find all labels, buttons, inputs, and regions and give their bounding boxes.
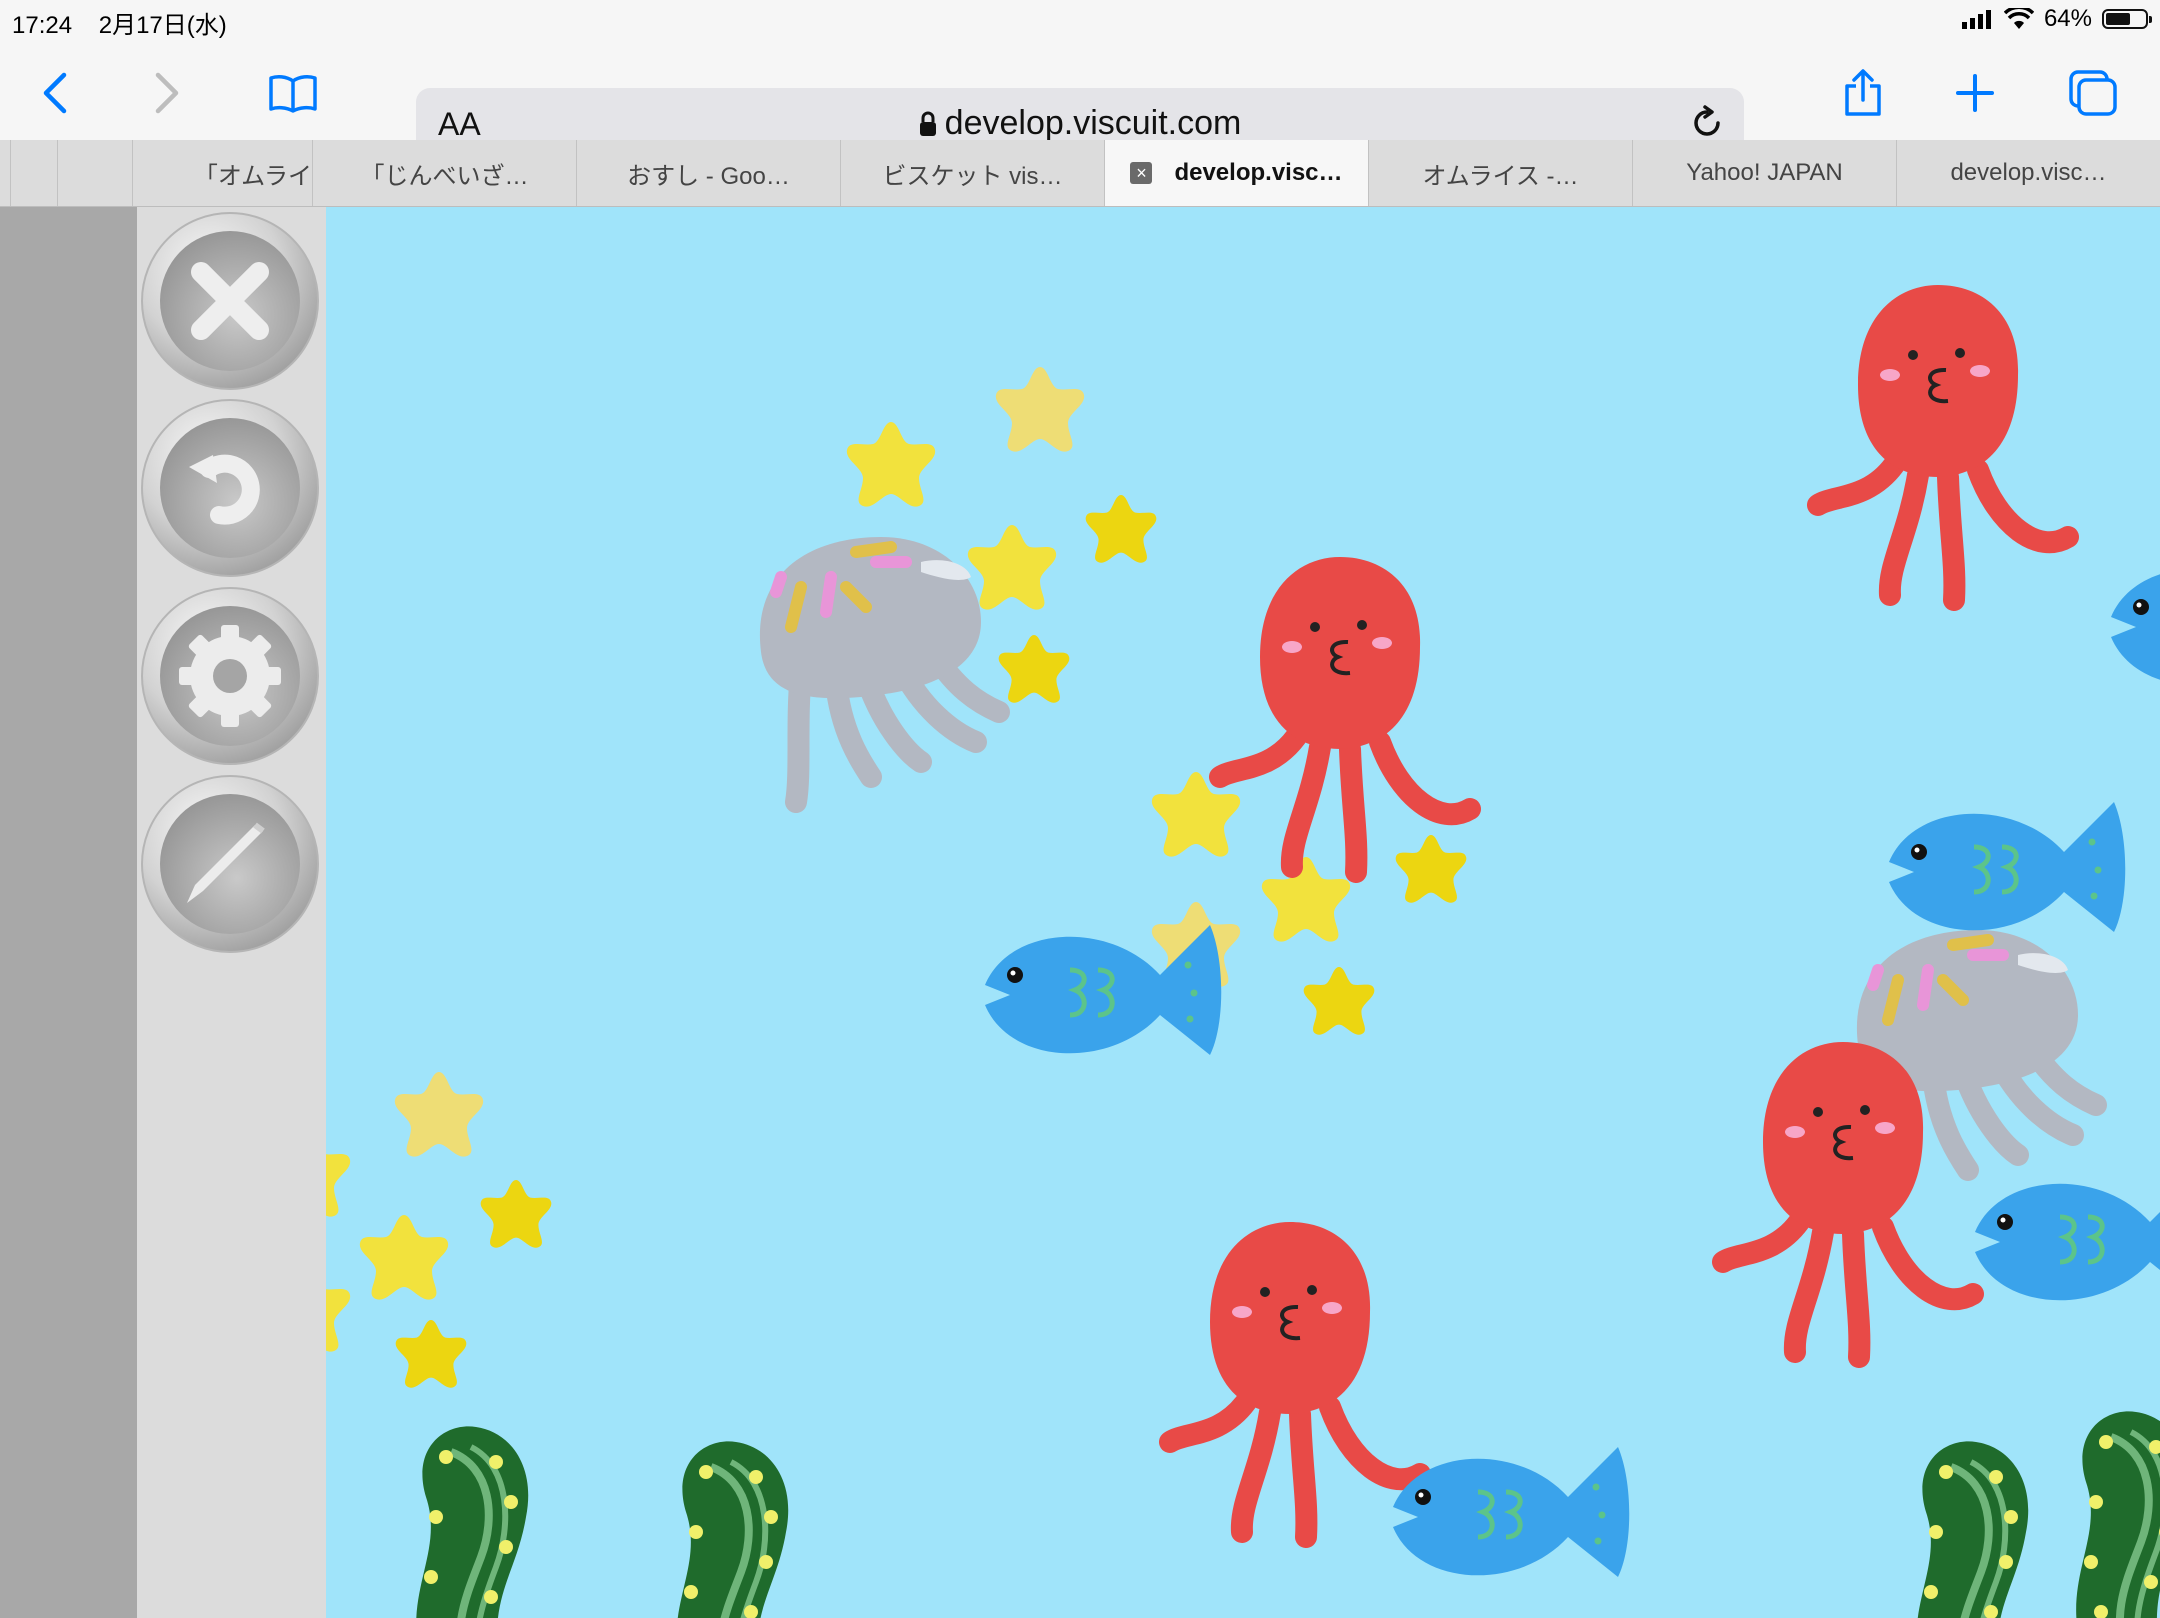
status-time: 17:24 bbox=[12, 12, 73, 39]
address-text-wrap: develop.viscuit.com bbox=[416, 104, 1744, 143]
jellyfish-sprite bbox=[760, 537, 999, 802]
share-icon bbox=[1845, 69, 1881, 116]
tab-label: 「じんべいざ… bbox=[360, 162, 529, 190]
octopus-sprite bbox=[1220, 557, 1470, 872]
star-sprite bbox=[395, 1320, 467, 1388]
star-sprite bbox=[967, 525, 1057, 610]
tabs-overview-button[interactable] bbox=[2058, 58, 2128, 128]
fish-sprite bbox=[1975, 1172, 2160, 1302]
tab-item[interactable]: おすし - Goo… bbox=[576, 140, 840, 206]
wifi-icon bbox=[2003, 8, 2034, 29]
fish-sprite bbox=[1393, 1447, 1629, 1577]
back-button[interactable] bbox=[20, 58, 90, 128]
undo-button[interactable] bbox=[139, 397, 321, 579]
settings-gear-icon bbox=[141, 587, 319, 765]
tab-item[interactable]: オムライス -… bbox=[1368, 140, 1632, 206]
star-sprite bbox=[998, 635, 1070, 703]
tab-bar: 「オムライ 「じんべいざ… おすし - Goo… ビスケット vis… × de… bbox=[0, 140, 2160, 207]
status-left: 17:24 2月17日(水) bbox=[12, 5, 247, 40]
octopus-sprite bbox=[1818, 285, 2068, 600]
tab-item[interactable]: 「じんべいざ… bbox=[312, 140, 576, 206]
tab-item[interactable]: develop.visc… bbox=[1896, 140, 2160, 206]
tab-item[interactable]: ビスケット vis… bbox=[840, 140, 1104, 206]
bookmarks-button[interactable] bbox=[258, 58, 328, 128]
star-sprite bbox=[394, 1072, 484, 1157]
tab-stub[interactable] bbox=[57, 140, 132, 206]
fish-sprite bbox=[2111, 557, 2160, 687]
star-sprite bbox=[1261, 857, 1351, 942]
star-sprite bbox=[1395, 835, 1467, 903]
tab-item[interactable]: Yahoo! JAPAN bbox=[1632, 140, 1896, 206]
forward-button[interactable] bbox=[132, 58, 202, 128]
tab-label: 「オムライ bbox=[193, 162, 312, 190]
tab-label: オムライス -… bbox=[1422, 162, 1579, 190]
status-date: 2月17日(水) bbox=[98, 12, 227, 39]
pencil-button[interactable] bbox=[139, 773, 321, 955]
chevron-right-icon bbox=[155, 72, 179, 114]
tab-label: develop.visc… bbox=[1950, 159, 2107, 186]
battery-percent: 64% bbox=[2043, 5, 2092, 32]
address-text: develop.viscuit.com bbox=[944, 104, 1242, 142]
new-tab-button[interactable] bbox=[1940, 58, 2010, 128]
share-button[interactable] bbox=[1828, 58, 1898, 128]
tool-column bbox=[137, 207, 326, 1618]
chevron-left-icon bbox=[43, 72, 67, 114]
seaweed-sprite bbox=[416, 1426, 528, 1618]
star-sprite bbox=[995, 367, 1085, 452]
octopus-sprite bbox=[1170, 1222, 1420, 1537]
book-icon bbox=[269, 75, 317, 113]
close-icon bbox=[141, 212, 319, 390]
star-sprite bbox=[359, 1215, 449, 1300]
seaweed-sprite bbox=[676, 1441, 788, 1618]
status-bar: 17:24 2月17日(水) 64% bbox=[0, 0, 2160, 40]
seaweed-sprite bbox=[2076, 1411, 2160, 1618]
fish-sprite bbox=[1889, 802, 2125, 932]
star-sprite bbox=[480, 1180, 552, 1248]
star-sprite bbox=[846, 422, 936, 507]
tabs-icon bbox=[2069, 70, 2117, 116]
tab-label: Yahoo! JAPAN bbox=[1686, 159, 1843, 186]
tab-item-active[interactable]: × develop.visc… bbox=[1104, 140, 1368, 206]
star-sprite bbox=[1085, 495, 1157, 563]
pencil-icon bbox=[141, 775, 319, 953]
tab-close-button[interactable]: × bbox=[1130, 162, 1153, 184]
battery-icon bbox=[2102, 9, 2152, 29]
tab-label: おすし - Goo… bbox=[627, 162, 790, 190]
seaweed-sprite bbox=[1916, 1441, 2028, 1618]
tab-stub[interactable] bbox=[10, 140, 57, 206]
clear-button[interactable] bbox=[139, 210, 321, 392]
plus-icon bbox=[1956, 74, 1994, 112]
tab-label: develop.visc… bbox=[1174, 159, 1343, 186]
reload-icon bbox=[1694, 105, 1720, 136]
tab-label: ビスケット vis… bbox=[882, 162, 1063, 190]
tab-item[interactable]: 「オムライ bbox=[132, 140, 312, 206]
lock-icon bbox=[919, 111, 936, 136]
status-right: 64% bbox=[1961, 5, 2152, 33]
browser-toolbar: AA develop.viscuit.com bbox=[0, 40, 2160, 160]
star-sprite bbox=[326, 1132, 351, 1217]
viscuit-stage[interactable] bbox=[326, 207, 2160, 1618]
cellular-signal-icon bbox=[1961, 10, 1991, 29]
page-left-margin bbox=[0, 207, 137, 1618]
stage-drawing bbox=[326, 207, 2160, 1618]
star-sprite bbox=[326, 1267, 351, 1352]
settings-button[interactable] bbox=[139, 585, 321, 767]
undo-icon bbox=[141, 399, 319, 577]
star-sprite bbox=[1303, 967, 1375, 1035]
